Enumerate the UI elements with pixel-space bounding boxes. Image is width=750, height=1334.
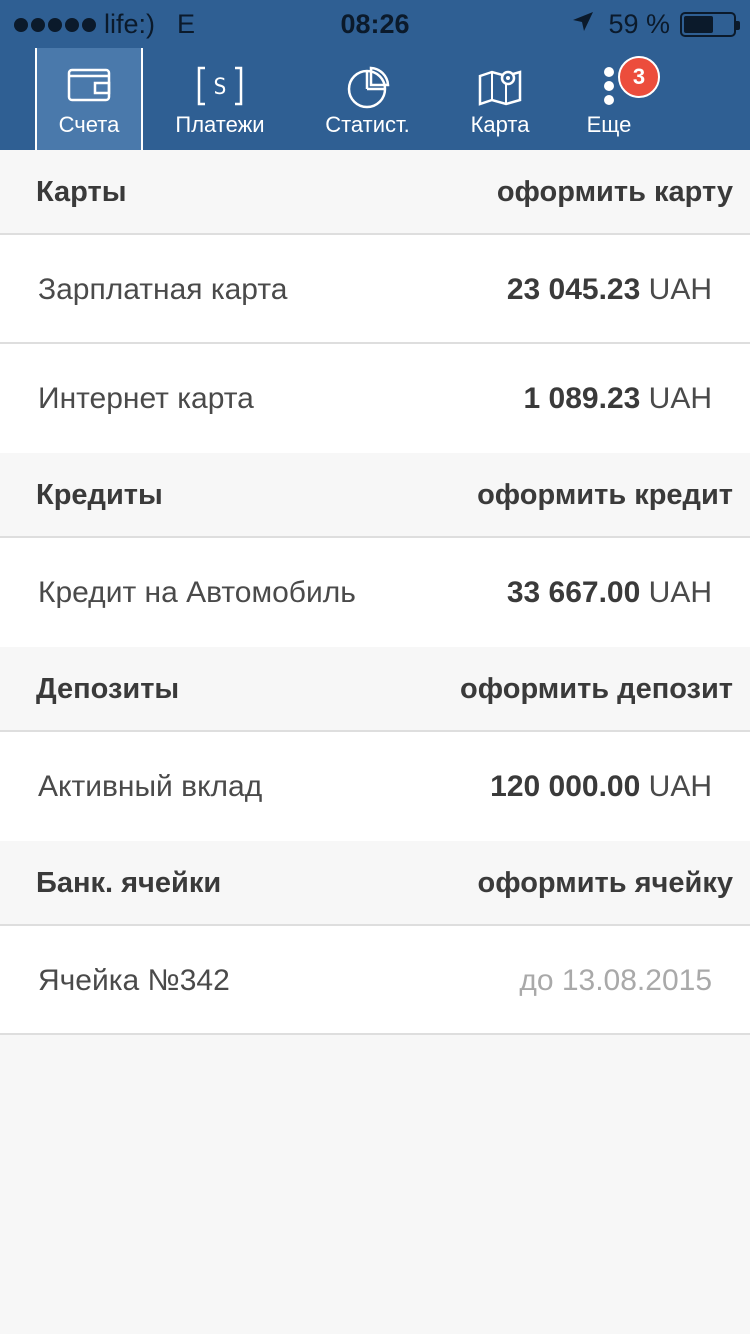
- account-balance: 1 089.23 UAH: [523, 382, 712, 415]
- section-header-safe-boxes: Банк. ячейки оформить ячейку: [0, 841, 750, 926]
- tab-bar: Счета S Платежи Статист. Карта Еще 3: [0, 48, 750, 150]
- battery-percent: 59 %: [608, 9, 670, 39]
- tab-map-label: Карта: [470, 112, 530, 137]
- tab-payments-label: Платежи: [175, 112, 265, 137]
- account-row[interactable]: Интернет карта 1 089.23 UAH: [0, 344, 750, 453]
- pie-chart-icon: [346, 66, 390, 115]
- order-card-link[interactable]: оформить карту: [497, 176, 733, 209]
- section-header-cards: Карты оформить карту: [0, 150, 750, 235]
- section-header-deposits: Депозиты оформить депозит: [0, 647, 750, 732]
- tab-map[interactable]: Карта: [450, 48, 550, 150]
- account-name: Зарплатная карта: [38, 273, 288, 306]
- map-icon: [478, 66, 522, 111]
- account-row[interactable]: Ячейка №342 до 13.08.2015: [0, 926, 750, 1035]
- account-balance: 120 000.00 UAH: [490, 770, 712, 803]
- account-name: Ячейка №342: [38, 964, 230, 997]
- order-deposit-link[interactable]: оформить депозит: [460, 673, 733, 706]
- status-right: 59 %: [572, 9, 740, 40]
- tab-accounts[interactable]: Счета: [35, 48, 143, 150]
- account-name: Интернет карта: [38, 382, 254, 415]
- account-row[interactable]: Зарплатная карта 23 045.23 UAH: [0, 235, 750, 344]
- order-safe-box-link[interactable]: оформить ячейку: [478, 867, 733, 900]
- expiry-date: до 13.08.2015: [519, 964, 712, 997]
- tab-statistics[interactable]: Статист.: [305, 48, 430, 150]
- notification-badge: 3: [618, 56, 660, 98]
- account-row[interactable]: Активный вклад 120 000.00 UAH: [0, 732, 750, 841]
- more-icon: [603, 66, 615, 111]
- tab-more[interactable]: Еще 3: [565, 48, 660, 150]
- section-title: Карты: [36, 176, 127, 208]
- section-title: Банк. ячейки: [36, 867, 222, 899]
- section-title: Кредиты: [36, 479, 163, 511]
- tab-statistics-label: Статист.: [325, 112, 410, 137]
- battery-icon: [680, 12, 740, 37]
- payment-icon: S: [197, 66, 243, 111]
- status-bar: life:) E 08:26 59 %: [0, 0, 750, 50]
- svg-text:S: S: [213, 75, 226, 100]
- account-balance: 23 045.23 UAH: [506, 273, 712, 306]
- section-title: Депозиты: [36, 673, 180, 705]
- top-bar: life:) E 08:26 59 % Счета S Платежи Стат…: [0, 0, 750, 150]
- order-credit-link[interactable]: оформить кредит: [477, 479, 733, 512]
- account-name: Кредит на Автомобиль: [38, 576, 356, 609]
- account-name: Активный вклад: [38, 770, 263, 803]
- accounts-list: Карты оформить карту Зарплатная карта 23…: [0, 150, 750, 1035]
- account-balance: 33 667.00 UAH: [506, 576, 712, 609]
- location-arrow-icon: [572, 9, 594, 40]
- tab-accounts-label: Счета: [58, 112, 120, 137]
- account-row[interactable]: Кредит на Автомобиль 33 667.00 UAH: [0, 538, 750, 647]
- wallet-icon: [67, 66, 111, 107]
- battery-level-fill: [684, 16, 713, 33]
- tab-more-label: Еще: [586, 112, 632, 137]
- tab-payments[interactable]: S Платежи: [160, 48, 280, 150]
- section-header-credits: Кредиты оформить кредит: [0, 453, 750, 538]
